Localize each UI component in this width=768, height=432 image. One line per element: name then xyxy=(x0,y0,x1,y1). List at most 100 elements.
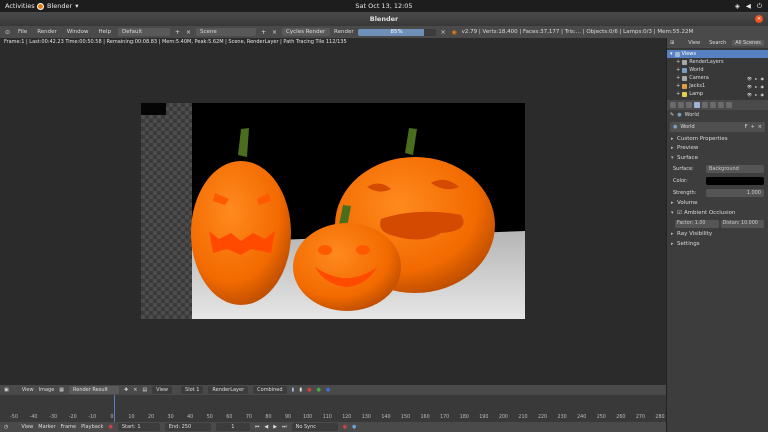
render-layer-select[interactable]: RenderLayer xyxy=(208,386,249,394)
outliner-tab-search[interactable]: Search xyxy=(706,40,729,46)
jump-start-icon[interactable]: ⏮ xyxy=(255,424,260,430)
keying-set-icon[interactable]: ● xyxy=(352,424,356,430)
menu-file[interactable]: File xyxy=(15,29,30,35)
system-tray[interactable]: ◈ ◀ ⏻ xyxy=(735,2,762,11)
world-tab-icon[interactable] xyxy=(694,102,700,108)
screen-layout-select[interactable]: Default xyxy=(118,28,171,36)
color-swatch[interactable] xyxy=(706,176,764,185)
panel-preview[interactable]: ▸ Preview xyxy=(667,144,768,154)
fake-user-button[interactable]: F xyxy=(745,124,748,130)
close-image-icon[interactable]: × xyxy=(133,387,137,393)
channels-alpha-icon[interactable]: ▮ xyxy=(299,387,302,393)
panel-ambient-occlusion[interactable]: ▾ ☑ Ambient Occlusion xyxy=(667,208,768,218)
render-result-image[interactable] xyxy=(141,103,525,319)
expand-icon[interactable]: ▾ xyxy=(670,51,673,57)
remove-world-icon[interactable]: × xyxy=(758,124,762,130)
menu-render[interactable]: Render xyxy=(34,29,60,35)
visibility-icons[interactable]: 👁 ▸ ◉ xyxy=(747,76,765,81)
view-select[interactable]: View xyxy=(152,386,173,394)
expand-icon[interactable]: + xyxy=(676,59,680,65)
strength-field[interactable]: 1.000 xyxy=(706,188,764,197)
clock[interactable]: Sat Oct 13, 12:05 xyxy=(0,2,768,10)
outliner[interactable]: ▾ Views + RenderLayers + World + Camera 👁 ▸ ◉ + Ja… xyxy=(667,48,768,100)
scene-tab-icon[interactable] xyxy=(686,102,692,108)
image-editor[interactable]: Frame:1 | Last:00:42.23 Time:00:50.58 | … xyxy=(0,38,666,385)
scene-select[interactable]: Scene xyxy=(196,28,257,36)
ao-factor-field[interactable]: Factor: 1.00 xyxy=(675,219,719,228)
pin-icon[interactable]: ✎ xyxy=(670,112,674,118)
slot-select[interactable]: Slot 1 xyxy=(181,386,204,394)
outliner-item[interactable]: + World xyxy=(667,66,768,74)
panel-surface[interactable]: ▾ Surface xyxy=(667,153,768,163)
play-reverse-icon[interactable]: ◀ xyxy=(264,424,268,430)
ao-distance-field[interactable]: Distan: 10.000 xyxy=(720,219,764,228)
modifiers-tab-icon[interactable] xyxy=(718,102,724,108)
ruler-tick-label: -30 xyxy=(49,415,58,420)
cancel-render-icon[interactable]: × xyxy=(440,29,447,36)
green-channel-icon[interactable]: ● xyxy=(316,387,320,393)
outliner-editor-icon[interactable]: ⊞ xyxy=(670,40,674,46)
channels-rgb-icon[interactable]: ▮ xyxy=(292,387,295,393)
add-layout-icon[interactable]: + xyxy=(174,29,181,36)
render-engine-select[interactable]: Cycles Render xyxy=(282,28,331,36)
outliner-item[interactable]: + Camera 👁 ▸ ◉ xyxy=(667,74,768,82)
remove-layout-icon[interactable]: × xyxy=(185,29,192,36)
outliner-item[interactable]: ▾ Views xyxy=(667,50,768,58)
ruler-tick-label: 70 xyxy=(245,415,252,420)
panel-ray-visibility[interactable]: ▸ Ray Visibility xyxy=(667,230,768,240)
visibility-icons[interactable]: 👁 ▸ ◉ xyxy=(747,92,765,97)
outliner-tab-view[interactable]: View xyxy=(685,40,703,46)
add-scene-icon[interactable]: + xyxy=(260,29,267,36)
panel-label: Custom Properties xyxy=(677,135,728,142)
expand-icon[interactable]: + xyxy=(676,91,680,97)
editor-type-icon[interactable]: ◷ xyxy=(4,424,8,430)
outliner-tab-all-scenes[interactable]: All Scenes xyxy=(732,40,764,46)
surface-shader-field[interactable]: Background xyxy=(706,164,764,173)
editor-type-icon[interactable]: ▣ xyxy=(4,387,9,393)
visibility-icons[interactable]: 👁 ▸ ◉ xyxy=(747,84,765,89)
fake-user-icon[interactable]: ✚ xyxy=(124,387,128,393)
object-tab-icon[interactable] xyxy=(702,102,708,108)
close-window-button[interactable]: × xyxy=(755,15,763,23)
texture-tab-icon[interactable] xyxy=(726,102,732,108)
menu-view[interactable]: View xyxy=(22,387,34,393)
constraints-tab-icon[interactable] xyxy=(710,102,716,108)
add-world-icon[interactable]: + xyxy=(751,124,755,130)
expand-icon[interactable]: + xyxy=(676,67,680,73)
panel-volume[interactable]: ▸ Volume xyxy=(667,199,768,209)
remove-scene-icon[interactable]: × xyxy=(271,29,278,36)
menu-playback[interactable]: Playback xyxy=(81,424,103,430)
render-layers-tab-icon[interactable] xyxy=(678,102,684,108)
sync-select[interactable]: No Sync xyxy=(291,423,338,431)
end-frame-field[interactable]: End: 250 xyxy=(164,423,211,431)
outliner-item[interactable]: + Lamp 👁 ▸ ◉ xyxy=(667,90,768,98)
expand-icon[interactable]: + xyxy=(676,75,680,81)
render-pass-select[interactable]: Combined xyxy=(253,386,287,394)
menu-image[interactable]: Image xyxy=(39,387,55,393)
timeline[interactable]: -50 -40 -30 -20 -10 0 10 20 30 40 50 60 70 80 90 100 110… xyxy=(0,395,666,422)
keying-record-icon[interactable]: ● xyxy=(343,424,347,430)
blue-channel-icon[interactable]: ● xyxy=(326,387,330,393)
menu-view[interactable]: View xyxy=(21,424,33,430)
ao-checkbox[interactable]: ☑ xyxy=(677,210,682,216)
jump-end-icon[interactable]: ⏭ xyxy=(282,424,287,430)
expand-icon[interactable]: + xyxy=(676,83,680,89)
outliner-item[interactable]: + Jacks1 👁 ▸ ◉ xyxy=(667,82,768,90)
image-select[interactable]: Render Result xyxy=(69,386,120,394)
menu-window[interactable]: Window xyxy=(64,29,92,35)
render-tab-icon[interactable] xyxy=(670,102,676,108)
play-icon[interactable]: ▶ xyxy=(273,424,277,430)
world-datablock[interactable]: ● World F + × xyxy=(670,122,765,132)
menu-marker[interactable]: Marker xyxy=(38,424,55,430)
current-frame-field[interactable]: 1 xyxy=(215,423,250,431)
panel-settings[interactable]: ▸ Settings xyxy=(667,239,768,249)
panel-custom-properties[interactable]: ▸ Custom Properties xyxy=(667,134,768,144)
red-channel-icon[interactable]: ● xyxy=(307,387,311,393)
start-frame-field[interactable]: Start: 1 xyxy=(117,423,160,431)
record-icon[interactable]: ● xyxy=(108,424,112,430)
outliner-item[interactable]: + RenderLayers xyxy=(667,58,768,66)
editor-type-icon[interactable]: ⊙ xyxy=(4,29,11,36)
view-mode-icon[interactable]: ▤ xyxy=(142,387,147,393)
menu-help[interactable]: Help xyxy=(96,29,115,35)
menu-frame[interactable]: Frame xyxy=(61,424,77,430)
